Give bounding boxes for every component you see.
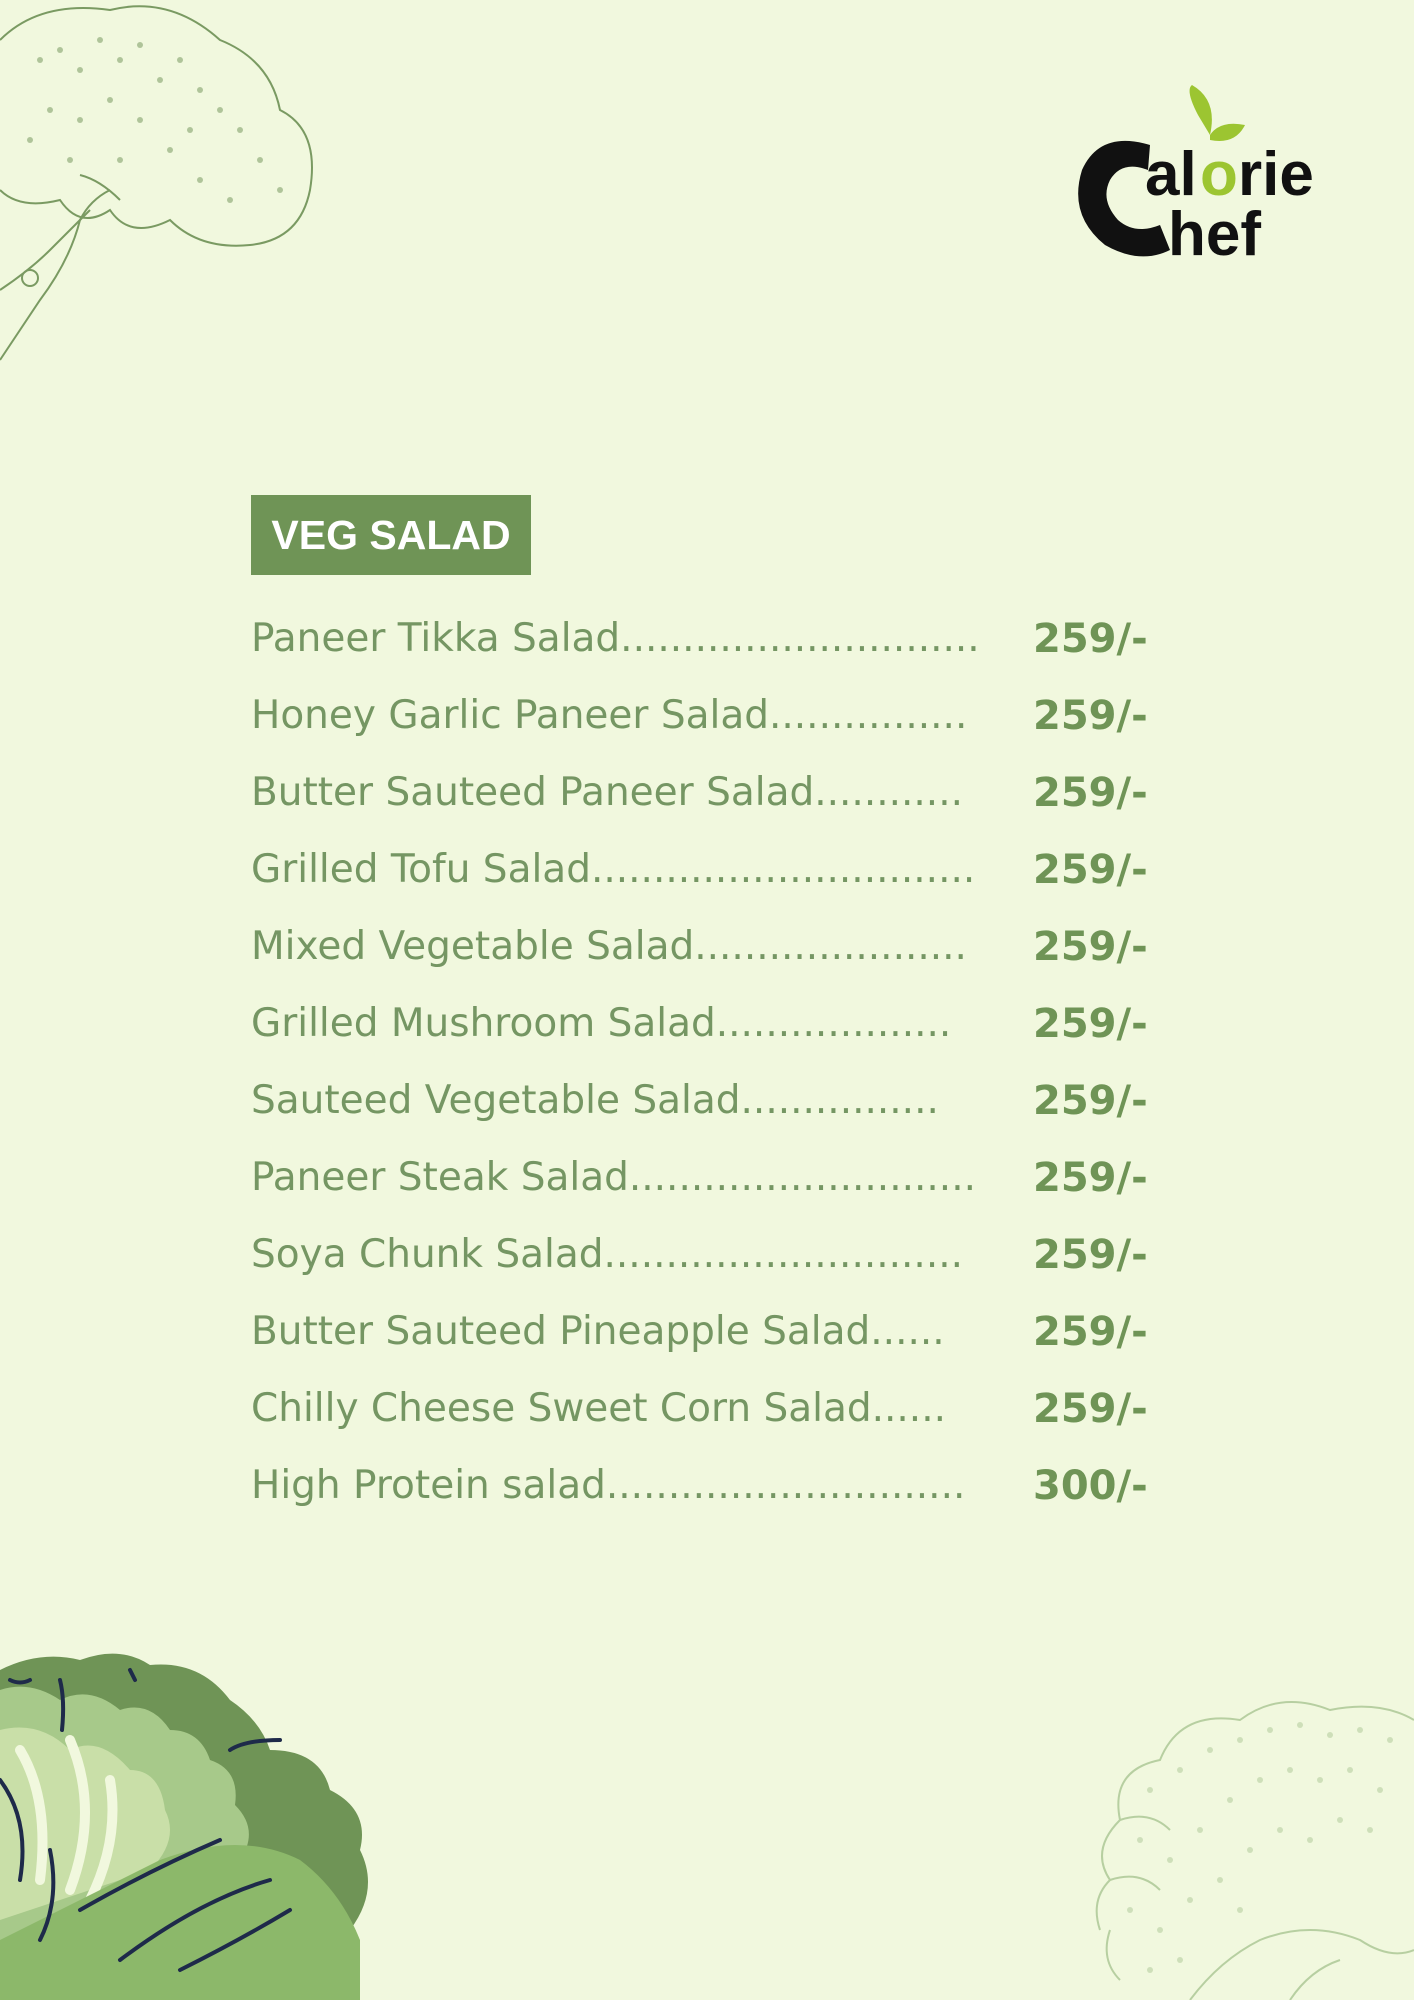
menu-list: Paneer Tikka Salad......................… bbox=[251, 600, 1181, 1524]
menu-item: Mixed Vegetable Salad...................… bbox=[251, 908, 1181, 985]
menu-item-price: 259/- bbox=[1033, 1308, 1148, 1355]
menu-item-price: 259/- bbox=[1033, 1385, 1148, 1432]
menu-item-name: Soya Chunk Salad........................… bbox=[251, 1232, 964, 1277]
menu-item-name: Grilled Tofu Salad......................… bbox=[251, 847, 976, 892]
menu-item-price: 259/- bbox=[1033, 846, 1148, 893]
menu-item-price: 259/- bbox=[1033, 615, 1148, 662]
menu-item-price: 259/- bbox=[1033, 692, 1148, 739]
lettuce-illustration-bottom-left bbox=[0, 1653, 368, 2000]
menu-item-price: 259/- bbox=[1033, 1231, 1148, 1278]
svg-text:rie: rie bbox=[1238, 140, 1314, 209]
menu-item: Honey Garlic Paneer Salad...............… bbox=[251, 677, 1181, 754]
menu-item-price: 259/- bbox=[1033, 1000, 1148, 1047]
menu-item: High Protein salad......................… bbox=[251, 1447, 1181, 1524]
menu-item-name: Mixed Vegetable Salad...................… bbox=[251, 924, 967, 969]
menu-item: Butter Sauteed Paneer Salad............ … bbox=[251, 754, 1181, 831]
menu-item: Chilly Cheese Sweet Corn Salad...... 259… bbox=[251, 1370, 1181, 1447]
menu-item-price: 259/- bbox=[1033, 769, 1148, 816]
menu-item: Grilled Tofu Salad......................… bbox=[251, 831, 1181, 908]
menu-item-name: Butter Sauteed Paneer Salad............ bbox=[251, 770, 963, 815]
menu-item: Sauteed Vegetable Salad................ … bbox=[251, 1062, 1181, 1139]
menu-item: Grilled Mushroom Salad..................… bbox=[251, 985, 1181, 1062]
menu-item-price: 259/- bbox=[1033, 1154, 1148, 1201]
menu-item-price: 259/- bbox=[1033, 923, 1148, 970]
menu-item: Paneer Steak Salad......................… bbox=[251, 1139, 1181, 1216]
broccoli-illustration-bottom-right bbox=[1095, 1701, 1414, 2000]
menu-item-name: Butter Sauteed Pineapple Salad...... bbox=[251, 1309, 945, 1354]
broccoli-illustration-top-left bbox=[0, 5, 313, 361]
menu-item-name: Paneer Steak Salad......................… bbox=[251, 1155, 976, 1200]
menu-item-name: Sauteed Vegetable Salad................ bbox=[251, 1078, 939, 1123]
section-badge: VEG SALAD bbox=[251, 495, 531, 575]
menu-item-name: Paneer Tikka Salad......................… bbox=[251, 616, 977, 661]
svg-text:al: al bbox=[1145, 140, 1197, 209]
section-title: VEG SALAD bbox=[271, 511, 511, 558]
menu-item: Paneer Tikka Salad......................… bbox=[251, 600, 1181, 677]
menu-item-name: Honey Garlic Paneer Salad...............… bbox=[251, 693, 968, 738]
svg-text:o: o bbox=[1200, 140, 1238, 209]
calorie-chef-logo: al o rie hef bbox=[1060, 85, 1350, 270]
menu-item-name: High Protein salad......................… bbox=[251, 1463, 966, 1508]
menu-item-name: Grilled Mushroom Salad..................… bbox=[251, 1001, 952, 1046]
menu-item-name: Chilly Cheese Sweet Corn Salad...... bbox=[251, 1386, 946, 1431]
menu-item-price: 300/- bbox=[1033, 1462, 1148, 1509]
menu-item: Soya Chunk Salad........................… bbox=[251, 1216, 1181, 1293]
menu-item: Butter Sauteed Pineapple Salad...... 259… bbox=[251, 1293, 1181, 1370]
menu-item-price: 259/- bbox=[1033, 1077, 1148, 1124]
svg-text:hef: hef bbox=[1168, 200, 1261, 269]
